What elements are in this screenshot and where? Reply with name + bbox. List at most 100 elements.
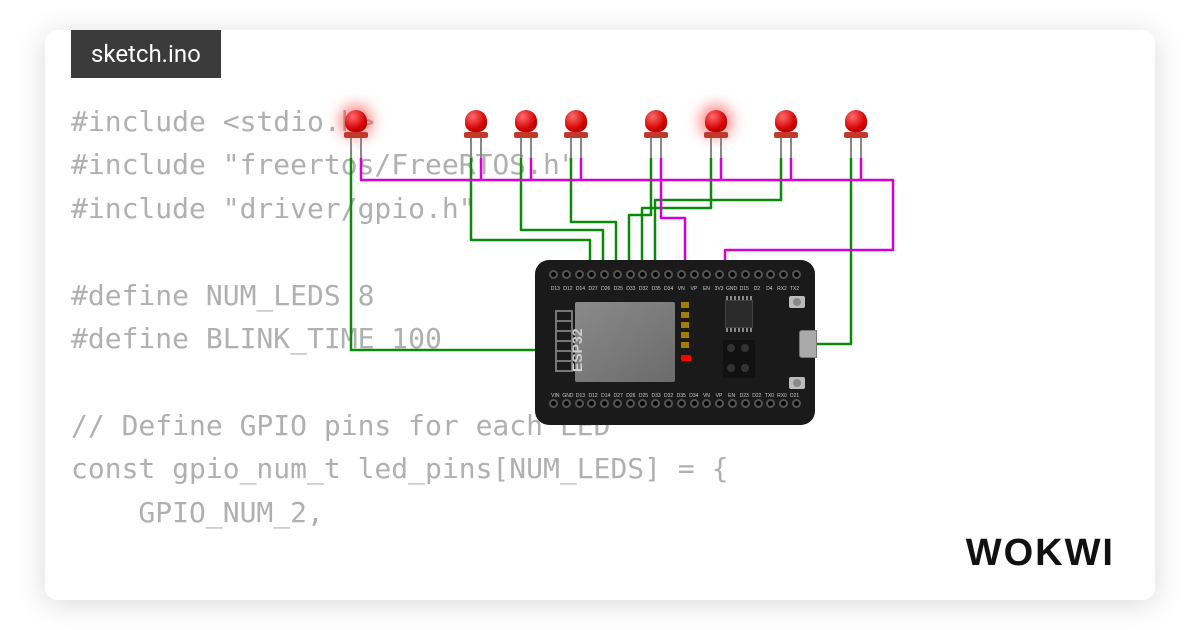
pin-hole[interactable] [690, 270, 699, 279]
pin-hole[interactable] [600, 399, 609, 408]
onboard-led-icon [681, 355, 691, 361]
pin-hole[interactable] [549, 399, 558, 408]
pin-hole[interactable] [779, 270, 788, 279]
pin-hole[interactable] [766, 399, 775, 408]
wire-ground [661, 158, 685, 274]
led-8[interactable] [845, 110, 867, 140]
pin-hole[interactable] [715, 270, 724, 279]
led-bulb-icon [705, 110, 727, 132]
pin-hole[interactable] [626, 399, 635, 408]
code-line: #define NUM_LEDS 8 [71, 279, 374, 312]
esp32-shield: ESP32 [575, 302, 675, 382]
led-bulb-icon [515, 110, 537, 132]
led-6[interactable] [705, 110, 727, 140]
code-line: #include <stdio.h> [71, 105, 374, 138]
led-bulb-icon [645, 110, 667, 132]
led-7[interactable] [775, 110, 797, 140]
pin-hole[interactable] [626, 270, 635, 279]
pin-hole[interactable] [741, 399, 750, 408]
pin-hole[interactable] [562, 270, 571, 279]
wire-signal [571, 158, 616, 274]
led-bulb-icon [845, 110, 867, 132]
pin-hole[interactable] [728, 270, 737, 279]
pin-labels-top: D13D12D14D27D26D25D33D32D35D34VNVPEN3V3G… [549, 286, 801, 292]
boot-button[interactable] [789, 377, 805, 389]
pin-hole[interactable] [613, 270, 622, 279]
led-3[interactable] [515, 110, 537, 140]
pin-label: VP [688, 286, 701, 292]
pin-hole[interactable] [741, 270, 750, 279]
pin-hole[interactable] [562, 399, 571, 408]
pin-label: RX2 [776, 286, 789, 292]
pin-hole[interactable] [766, 270, 775, 279]
pin-label: D26 [599, 286, 612, 292]
pin-hole[interactable] [677, 270, 686, 279]
led-bulb-icon [565, 110, 587, 132]
pin-label: D12 [562, 286, 575, 292]
led-4[interactable] [565, 110, 587, 140]
pin-hole[interactable] [702, 399, 711, 408]
file-tab-label: sketch.ino [91, 40, 201, 68]
pin-hole[interactable] [664, 399, 673, 408]
regulator-icon [723, 340, 755, 378]
pin-hole[interactable] [792, 399, 801, 408]
pin-label: GND [725, 286, 738, 292]
micro-usb-port-icon [799, 330, 817, 358]
led-bulb-icon [345, 110, 367, 132]
pin-label: D33 [625, 286, 638, 292]
pin-label: D34 [662, 286, 675, 292]
pin-hole[interactable] [728, 399, 737, 408]
led-2[interactable] [465, 110, 487, 140]
wire-signal [629, 158, 651, 274]
pin-label: EN [700, 286, 713, 292]
pin-hole[interactable] [754, 399, 763, 408]
pin-hole[interactable] [664, 270, 673, 279]
pin-row-bottom [549, 399, 801, 415]
pin-label: D2 [751, 286, 764, 292]
pin-hole[interactable] [600, 270, 609, 279]
wire-ground [361, 158, 893, 274]
circuit-canvas[interactable]: D13D12D14D27D26D25D33D32D35D34VNVPEN3V3G… [345, 110, 965, 430]
pin-hole[interactable] [715, 399, 724, 408]
logo-text: WOKWI [966, 532, 1115, 574]
wire-signal [655, 158, 781, 274]
pin-hole[interactable] [754, 270, 763, 279]
pin-hole[interactable] [549, 270, 558, 279]
pin-label: TX2 [788, 286, 801, 292]
pin-hole[interactable] [575, 270, 584, 279]
pin-label: D25 [612, 286, 625, 292]
led-5[interactable] [645, 110, 667, 140]
code-line: GPIO_NUM_2, [71, 496, 324, 529]
pin-hole[interactable] [613, 399, 622, 408]
file-tab[interactable]: sketch.ino [71, 30, 221, 78]
pin-hole[interactable] [779, 399, 788, 408]
pin-label: D14 [574, 286, 587, 292]
editor-card: sketch.ino #include <stdio.h> #include "… [45, 30, 1155, 600]
wire-signal [642, 158, 711, 274]
pin-hole[interactable] [638, 399, 647, 408]
pin-hole[interactable] [792, 270, 801, 279]
pin-hole[interactable] [651, 399, 660, 408]
pin-row-top [549, 270, 801, 286]
pin-label: D27 [587, 286, 600, 292]
reset-button[interactable] [789, 296, 805, 308]
esp32-board[interactable]: D13D12D14D27D26D25D33D32D35D34VNVPEN3V3G… [535, 260, 815, 425]
pin-label: D4 [763, 286, 776, 292]
pin-hole[interactable] [677, 399, 686, 408]
usb-serial-chip-icon [725, 300, 753, 328]
led-1[interactable] [345, 110, 367, 140]
chip-label: ESP32 [569, 328, 585, 372]
pin-hole[interactable] [702, 270, 711, 279]
pin-hole[interactable] [575, 399, 584, 408]
pin-label: D15 [738, 286, 751, 292]
pin-hole[interactable] [587, 399, 596, 408]
pin-label: D35 [650, 286, 663, 292]
code-line: const gpio_num_t led_pins[NUM_LEDS] = { [71, 452, 728, 485]
pin-hole[interactable] [690, 399, 699, 408]
capacitors-icon [681, 302, 689, 350]
pin-hole[interactable] [651, 270, 660, 279]
pin-hole[interactable] [638, 270, 647, 279]
pin-label: D32 [637, 286, 650, 292]
wokwi-logo: WOKWI [966, 532, 1115, 575]
pin-hole[interactable] [587, 270, 596, 279]
